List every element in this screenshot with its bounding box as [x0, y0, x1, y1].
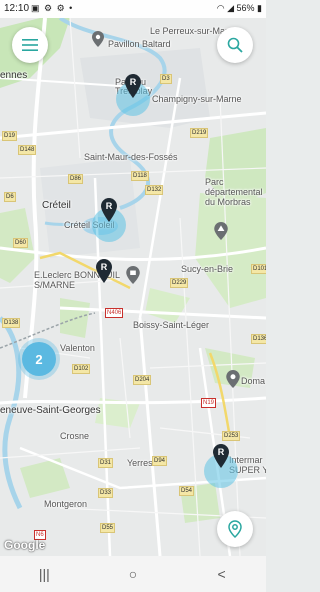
- place-label: Yerres: [127, 458, 153, 468]
- station-cluster[interactable]: 2: [22, 342, 56, 376]
- place-label: Valenton: [60, 343, 95, 353]
- place-label: Champigny-sur-Marne: [152, 94, 242, 104]
- road-shield: D219: [190, 128, 209, 138]
- status-time: 12:10: [4, 3, 30, 14]
- status-right: ◠ ◢ 56% ▮: [217, 3, 262, 14]
- road-shield: D102: [72, 364, 91, 374]
- back-button[interactable]: <: [202, 559, 242, 589]
- place-label: ennes: [0, 70, 28, 81]
- menu-button[interactable]: [12, 27, 48, 63]
- place-label: Crosne: [60, 431, 90, 441]
- place-label: Parc départemental du Morbras: [205, 177, 263, 207]
- signal-icon: ◢: [227, 3, 234, 13]
- road-shield: D54: [179, 486, 195, 496]
- road-shield: D136: [251, 334, 266, 344]
- svg-text:R: R: [106, 201, 113, 211]
- place-label: Montgeron: [44, 499, 88, 509]
- map-view[interactable]: Le Perreux-sur-Marne Pavillon Baltard en…: [0, 18, 266, 556]
- road-shield: D229: [170, 278, 189, 288]
- road-shield: D132: [145, 185, 164, 195]
- park-pin-icon[interactable]: [214, 222, 228, 240]
- search-button[interactable]: [217, 27, 253, 63]
- road-shield: D118: [131, 171, 149, 181]
- station-pin-icon[interactable]: R: [213, 444, 229, 468]
- svg-text:R: R: [101, 262, 108, 272]
- battery-icon: ▮: [257, 3, 262, 13]
- place-label: Créteil: [42, 200, 71, 211]
- road-shield: N406: [105, 308, 124, 318]
- svg-text:R: R: [218, 447, 225, 457]
- road-shield: D55: [100, 523, 116, 533]
- place-label: E.Leclerc BONNEUIL S/MARNE: [34, 270, 120, 290]
- notification-icons: ▣ ⚙ ⚙ •: [31, 3, 74, 13]
- road-shield: D6: [4, 192, 16, 202]
- road-shield: D19: [2, 131, 18, 141]
- poi-pin-icon[interactable]: [92, 31, 104, 47]
- search-icon: [227, 37, 243, 53]
- road-shield: D101: [251, 264, 266, 274]
- road-shield: N19: [201, 398, 217, 408]
- road-shield: D33: [98, 488, 114, 498]
- road-shield: D138: [2, 318, 21, 328]
- road-shield: D60: [13, 238, 29, 248]
- station-pin-icon[interactable]: R: [101, 198, 117, 222]
- road-shield: D94: [152, 456, 168, 466]
- hamburger-icon: [22, 39, 38, 51]
- place-label: Pavillon Baltard: [108, 39, 171, 49]
- road-shield: D253: [222, 431, 241, 441]
- road-shield: D86: [68, 174, 84, 184]
- status-bar: 12:10 ▣ ⚙ ⚙ • ◠ ◢ 56% ▮: [0, 0, 266, 18]
- battery-level: 56%: [236, 3, 255, 13]
- place-label: Saint-Maur-des-Fossés: [84, 152, 178, 162]
- location-pin-icon: [228, 520, 242, 538]
- station-pin-icon[interactable]: R: [125, 74, 141, 98]
- recents-button[interactable]: |||: [24, 559, 64, 589]
- place-label: eneuve-Saint-Georges: [0, 405, 101, 416]
- road-shield: D204: [133, 375, 152, 385]
- place-label: Doma: [241, 376, 266, 386]
- place-label: Boissy-Saint-Léger: [133, 320, 210, 330]
- system-nav-bar: ||| ○ <: [0, 556, 266, 592]
- locate-button[interactable]: [217, 511, 253, 547]
- station-pin-icon[interactable]: R: [96, 259, 112, 283]
- road-shield: D3: [160, 74, 172, 84]
- wifi-icon: ◠: [216, 3, 225, 13]
- svg-text:R: R: [130, 77, 137, 87]
- shopping-pin-icon[interactable]: [126, 266, 140, 284]
- road-shield: D148: [18, 145, 37, 155]
- landmark-pin-icon[interactable]: [226, 370, 240, 388]
- google-attribution: Google: [4, 538, 46, 552]
- home-button[interactable]: ○: [113, 559, 153, 589]
- place-label: Sucy-en-Brie: [181, 264, 234, 274]
- road-shield: D31: [98, 458, 114, 468]
